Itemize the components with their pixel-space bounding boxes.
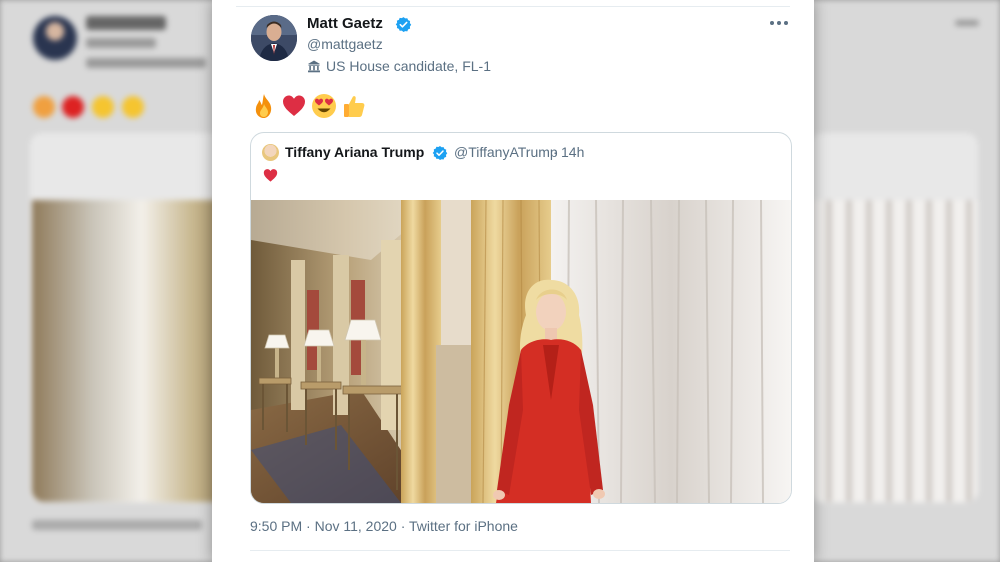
quoted-author-name[interactable]: Tiffany Ariana Trump [285, 144, 424, 160]
background-heart-emoji [62, 96, 84, 118]
quoted-tweet-photo[interactable] [251, 200, 791, 503]
background-photo-left [32, 200, 232, 502]
background-more-icon [955, 20, 979, 26]
background-bio-block [86, 58, 206, 68]
quoted-tweet[interactable]: Tiffany Ariana Trump @TiffanyATrump · 14… [250, 132, 792, 504]
quoted-verified-badge-icon [432, 146, 448, 160]
government-building-icon [308, 60, 320, 73]
author-avatar[interactable] [251, 15, 297, 61]
author-handle[interactable]: @mattgaetz [307, 36, 383, 52]
author-name[interactable]: Matt Gaetz [307, 15, 383, 32]
quoted-author-avatar[interactable] [262, 144, 279, 161]
background-handle-block [86, 38, 156, 48]
background-name-block [86, 16, 166, 30]
tweet-card: Matt Gaetz @mattgaetz US House candidate… [212, 0, 814, 562]
background-thumbs-up-emoji [122, 96, 144, 118]
fire-emoji-icon [255, 94, 272, 118]
quoted-meta-separator: · [549, 144, 562, 160]
tweet-text [250, 92, 368, 120]
verified-badge-icon [395, 17, 412, 32]
background-photo-right [812, 200, 978, 502]
heart-eyes-emoji-icon [312, 94, 336, 118]
profile-bio: US House candidate, FL-1 [307, 58, 491, 74]
bio-label: US House candidate, FL-1 [326, 58, 491, 74]
quoted-author-handle[interactable]: @TiffanyATrump [454, 144, 558, 160]
background-heart-eyes-emoji [92, 96, 114, 118]
background-avatar [33, 16, 77, 60]
quoted-red-heart-emoji-icon [263, 169, 278, 182]
thumbs-up-emoji-icon [344, 96, 365, 117]
background-fire-emoji [33, 96, 55, 118]
tweet-timestamp[interactable]: 9:50 PM · Nov 11, 2020 · Twitter for iPh… [250, 518, 518, 534]
background-timestamp-block [32, 520, 202, 530]
more-options-icon[interactable] [770, 16, 792, 30]
top-divider [236, 6, 790, 7]
red-heart-emoji-icon [283, 95, 305, 116]
bottom-divider [250, 550, 790, 551]
quoted-tweet-age[interactable]: 14h [561, 144, 584, 160]
